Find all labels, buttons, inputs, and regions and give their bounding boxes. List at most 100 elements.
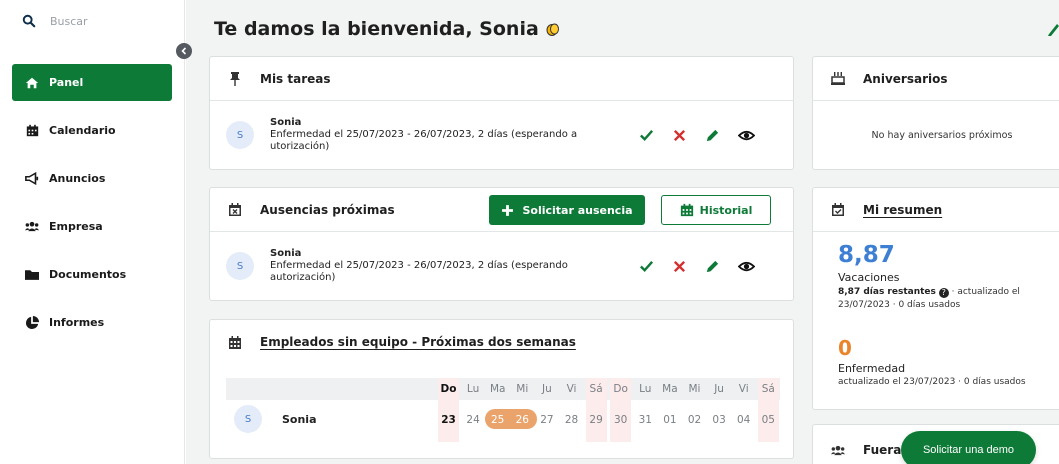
request-demo-button[interactable]: Solicitar una demo (901, 431, 1036, 464)
calendar-weekday: Mi (516, 383, 529, 395)
view-eye-icon[interactable] (738, 128, 755, 143)
sidebar-item-label: Calendario (49, 124, 116, 137)
sidebar-item-label: Informes (49, 316, 105, 329)
unteamed-employees-card: Empleados sin equipo - Próximas dos sema… (209, 319, 794, 459)
clapping-hands-icon (546, 23, 559, 36)
calendar-date[interactable]: 23 (438, 414, 459, 426)
calendar-weekday: Mi (688, 383, 701, 395)
sick-detail: actualizado el 23/07/2023 · 0 días usado… (838, 377, 1026, 387)
calendar-icon (25, 124, 39, 138)
reject-x-icon[interactable] (672, 128, 687, 143)
tasks-title: Mis tareas (260, 71, 331, 86)
sidebar-item-anuncios[interactable]: Anuncios (12, 160, 172, 197)
folder-icon (25, 268, 39, 282)
sidebar: Buscar Panel Calendario Anuncios Empresa… (0, 0, 185, 464)
sidebar-item-empresa[interactable]: Empresa (12, 208, 172, 245)
home-icon (25, 76, 39, 90)
calendar-weekday: Sá (761, 383, 775, 395)
vacation-value: 8,87 (838, 242, 895, 268)
sidebar-item-documentos[interactable]: Documentos (12, 256, 172, 293)
summary-card-header: Mi resumen (813, 188, 1059, 232)
absence-employee-name: Sonia (270, 248, 302, 259)
calendar-weekday: Ma (489, 383, 506, 395)
task-row[interactable]: S Sonia Enfermedad el 25/07/2023 - 26/07… (210, 101, 793, 169)
tasks-card: Mis tareas S Sonia Enfermedad el 25/07/2… (209, 56, 794, 170)
avatar: S (234, 405, 262, 433)
calendar-weekday: Vi (566, 383, 577, 395)
calendar-employee-name: Sonia (282, 412, 317, 426)
anniversaries-card-header: Aniversarios (813, 57, 1059, 101)
summary-title-link[interactable]: Mi resumen (863, 203, 942, 217)
task-employee-name: Sonia (270, 117, 302, 128)
calendar-date[interactable]: 04 (733, 414, 754, 426)
task-description-line2: utorización) (270, 141, 330, 152)
page-title: Te damos la bienvenida, Sonia (214, 18, 561, 40)
history-button[interactable]: Historial (661, 195, 771, 225)
sick-value: 0 (838, 336, 852, 360)
sidebar-nav: Panel Calendario Anuncios Empresa Docume… (12, 64, 172, 352)
users-icon (831, 443, 845, 457)
absence-row[interactable]: S Sonia Enfermedad el 25/07/2023 - 26/07… (210, 232, 793, 300)
search-placeholder[interactable]: Buscar (50, 15, 88, 28)
calendar-date[interactable]: 26 (512, 414, 533, 426)
calendar-date[interactable]: 29 (586, 414, 607, 426)
calendar-date[interactable]: 30 (610, 414, 631, 426)
users-icon (25, 220, 39, 234)
approve-check-icon[interactable] (639, 259, 654, 274)
avatar: S (226, 121, 254, 149)
absences-card: Ausencias próximas Solicitar ausencia Hi… (209, 187, 794, 301)
view-eye-icon[interactable] (738, 259, 755, 274)
calendar-employee-row[interactable]: S Sonia (234, 405, 317, 433)
sidebar-item-label: Panel (49, 76, 84, 89)
edit-icon[interactable] (1047, 22, 1059, 36)
sick-summary: 0 Enfermedad actualizado el 23/07/2023 ·… (838, 336, 1059, 387)
sidebar-item-label: Documentos (49, 268, 127, 281)
anniversaries-empty: No hay aniversarios próximos (871, 129, 1013, 141)
absences-title: Ausencias próximas (260, 202, 395, 217)
calendar-date[interactable]: 27 (536, 414, 557, 426)
calendar-date[interactable]: 24 (463, 414, 484, 426)
absence-description-line2: autorización) (270, 272, 336, 283)
calendar-date[interactable]: 25 (487, 414, 508, 426)
task-actions (639, 128, 755, 143)
collapse-sidebar-button[interactable] (176, 43, 192, 59)
sick-label: Enfermedad (838, 362, 906, 375)
mini-calendar: S Sonia Do 23 Lu 24 Ma 25 Mi 26 Ju 27 Vi 28 Sá 29 Do 30… (210, 320, 795, 460)
request-absence-button[interactable]: Solicitar ausencia (489, 195, 645, 225)
approve-check-icon[interactable] (639, 128, 654, 143)
vacation-label: Vacaciones (838, 271, 900, 284)
reject-x-icon[interactable] (672, 259, 687, 274)
anniversaries-title: Aniversarios (863, 71, 948, 86)
search-box[interactable]: Buscar (22, 14, 88, 28)
calendar-date[interactable]: 05 (758, 414, 779, 426)
edit-pencil-icon[interactable] (705, 128, 720, 143)
calendar-weekday: Lu (639, 383, 652, 395)
sidebar-item-label: Anuncios (49, 172, 106, 185)
absence-actions (639, 259, 755, 274)
sidebar-item-informes[interactable]: Informes (12, 304, 172, 341)
avatar: S (226, 252, 254, 280)
sidebar-item-calendario[interactable]: Calendario (12, 112, 172, 149)
anniversaries-card: Aniversarios No hay aniversarios próximo… (812, 56, 1059, 170)
vacation-summary: 8,87 Vacaciones 8,87 días restantes ? · … (838, 242, 1059, 312)
calendar-date[interactable]: 02 (684, 414, 705, 426)
calendar-weekday: Vi (738, 383, 749, 395)
task-text: Sonia Enfermedad el 25/07/2023 - 26/07/2… (270, 117, 577, 153)
calendar-weekday: Ju (542, 383, 552, 395)
pin-icon (228, 71, 242, 86)
tasks-card-header: Mis tareas (210, 57, 793, 101)
sidebar-item-label: Empresa (49, 220, 103, 233)
absence-description-line1: Enfermedad el 25/07/2023 - 26/07/2023, 2… (270, 260, 568, 271)
vacation-detail: 8,87 días restantes ? · actualizado el 2… (838, 287, 1020, 310)
sidebar-item-panel[interactable]: Panel (12, 64, 172, 101)
calendar-date[interactable]: 28 (561, 414, 582, 426)
calendar-date[interactable]: 31 (635, 414, 656, 426)
megaphone-icon (25, 172, 39, 186)
calendar-weekday: Do (613, 383, 628, 395)
help-icon[interactable]: ? (938, 288, 949, 298)
calendar-date[interactable]: 03 (709, 414, 730, 426)
edit-pencil-icon[interactable] (705, 259, 720, 274)
calendar-date[interactable]: 01 (659, 414, 680, 426)
cake-icon (831, 72, 845, 86)
absence-text: Sonia Enfermedad el 25/07/2023 - 26/07/2… (270, 248, 568, 284)
